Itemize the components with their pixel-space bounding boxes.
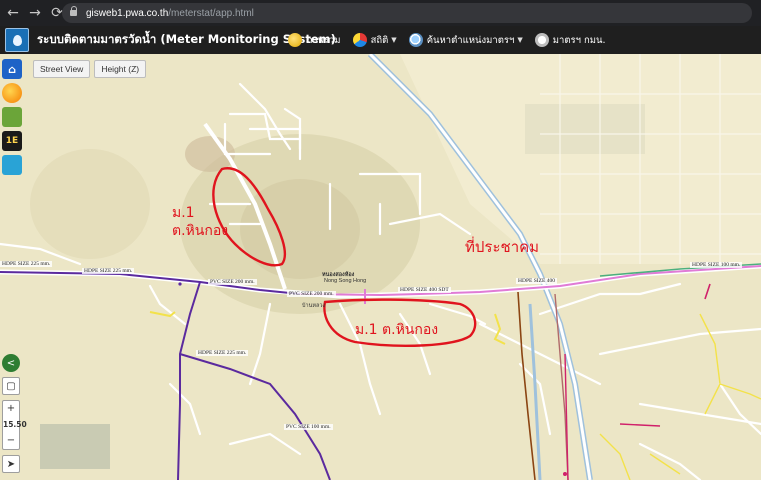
home-icon[interactable]: ⌂ bbox=[2, 59, 22, 79]
annotation-community: ที่ประชาคม bbox=[465, 238, 540, 256]
lock-icon bbox=[70, 6, 78, 17]
annotation-area-1: ม.1 ต.หินกอง bbox=[172, 205, 229, 239]
zoom-in-button[interactable]: + bbox=[3, 401, 19, 417]
pipe-label: HDPE SIZE 400 SDT bbox=[398, 287, 451, 293]
menu-search-location[interactable]: ค้นหาตำแหน่งมาตรฯ ▼ bbox=[408, 33, 523, 48]
back-icon[interactable]: ← bbox=[4, 4, 22, 22]
search-location-icon bbox=[408, 33, 423, 47]
overview-icon bbox=[288, 33, 302, 47]
pipe-label: PVC SIZE 100 mm. bbox=[284, 424, 333, 430]
chevron-down-icon: ▼ bbox=[517, 36, 523, 44]
url-text: gisweb1.pwa.co.th/meterstat/app.html bbox=[86, 7, 254, 19]
pipe-label: PVC SIZE 200 mm. bbox=[208, 279, 257, 285]
tool-stack: ⌂ 1E bbox=[2, 59, 22, 179]
pipe-label: HDPE SIZE 225 mm. bbox=[196, 350, 249, 356]
menu-statistics[interactable]: สถิติ ▼ bbox=[352, 33, 397, 48]
zoom-level: 15.50 bbox=[3, 420, 27, 429]
map-view[interactable]: HDPE SIZE 225 mm. HDPE SIZE 225 mm. PVC … bbox=[0, 54, 761, 480]
comment-icon[interactable]: ▢ bbox=[2, 377, 20, 395]
pipe-label: HDPE SIZE 225 mm. bbox=[82, 268, 135, 274]
statistics-icon bbox=[352, 33, 367, 47]
address-bar[interactable]: gisweb1.pwa.co.th/meterstat/app.html bbox=[62, 3, 752, 23]
map-tool-icon[interactable] bbox=[2, 107, 22, 127]
chevron-down-icon: ▼ bbox=[391, 36, 397, 44]
measure-icon[interactable] bbox=[2, 155, 22, 175]
place-label: บ้านหลวง bbox=[302, 303, 326, 309]
left-controls: < ▢ + 15.50 − ➤ bbox=[2, 354, 27, 473]
street-view-button[interactable]: Street View bbox=[33, 60, 91, 78]
main-menu: ภาพรวม สถิติ ▼ ค้นหาตำแหน่งมาตรฯ ▼ มาตรฯ ก… bbox=[288, 26, 618, 54]
menu-meter[interactable]: มาตรฯ กมน. bbox=[534, 33, 606, 48]
pipe-label: PVC SIZE 200 mm. bbox=[287, 291, 336, 297]
app-header: ระบบติดตามมาตรวัดน้ำ (Meter Monitoring S… bbox=[0, 26, 761, 54]
menu-overview[interactable]: ภาพรวม bbox=[288, 33, 341, 48]
share-icon[interactable]: < bbox=[2, 354, 20, 372]
legend-icon[interactable]: 1E bbox=[2, 131, 22, 151]
zoom-control: + 15.50 − bbox=[2, 400, 27, 450]
height-button[interactable]: Height (Z) bbox=[94, 60, 147, 78]
map-buttons: Street View Height (Z) bbox=[33, 60, 150, 78]
meter-icon bbox=[534, 33, 549, 47]
browser-toolbar: ← → ⟳ gisweb1.pwa.co.th/meterstat/app.ht… bbox=[0, 0, 761, 26]
pipe-label: HDPE SIZE 225 mm. bbox=[0, 261, 53, 267]
place-label: Nong Song Hong bbox=[324, 278, 367, 284]
pipe-label: HDPE SIZE 100 mm. bbox=[690, 262, 743, 268]
annotation-area-2: ม.1 ต.หินกอง bbox=[355, 322, 439, 338]
forward-icon[interactable]: → bbox=[26, 4, 44, 22]
zoom-out-button[interactable]: − bbox=[3, 433, 19, 449]
pwa-logo-icon[interactable] bbox=[5, 28, 29, 52]
locate-icon[interactable]: ➤ bbox=[2, 455, 20, 473]
pipe-label: HDPE SIZE 400 bbox=[516, 278, 557, 284]
layers-icon[interactable] bbox=[2, 83, 22, 103]
map-canvas[interactable] bbox=[0, 54, 761, 480]
